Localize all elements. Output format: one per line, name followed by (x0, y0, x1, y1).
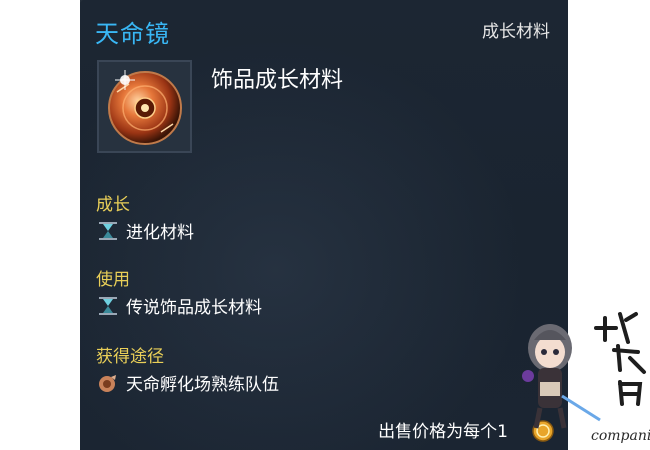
section-title-usage: 使用 (96, 270, 130, 290)
dungeon-icon (96, 373, 120, 393)
item-name: 天命镜 (95, 20, 170, 48)
item-tooltip: 天命镜 成长材料 饰品成长材料 成长 进化材料 使用 传说饰品成长材料 获得途径… (80, 0, 568, 450)
item-type: 饰品成长材料 (211, 68, 344, 93)
section-title-acquisition: 获得途径 (96, 347, 164, 367)
usage-entry: 传说饰品成长材料 (96, 293, 262, 318)
usage-entry-text: 传说饰品成长材料 (126, 298, 262, 318)
acquisition-entry: 天命孵化场熟练队伍 (96, 370, 279, 395)
growth-entry: 进化材料 (96, 218, 194, 243)
section-title-growth: 成长 (96, 195, 130, 215)
mirror-orb-icon (108, 70, 182, 145)
acquisition-entry-text: 天命孵化场熟练队伍 (126, 375, 279, 395)
sell-price-label: 出售价格为每个1 (378, 422, 508, 442)
hourglass-icon (96, 296, 120, 316)
item-icon-frame (97, 60, 192, 153)
item-category: 成长材料 (482, 22, 550, 42)
companion-watermark-text: companion (591, 428, 650, 444)
hourglass-icon (96, 221, 120, 241)
growth-entry-text: 进化材料 (126, 223, 194, 243)
